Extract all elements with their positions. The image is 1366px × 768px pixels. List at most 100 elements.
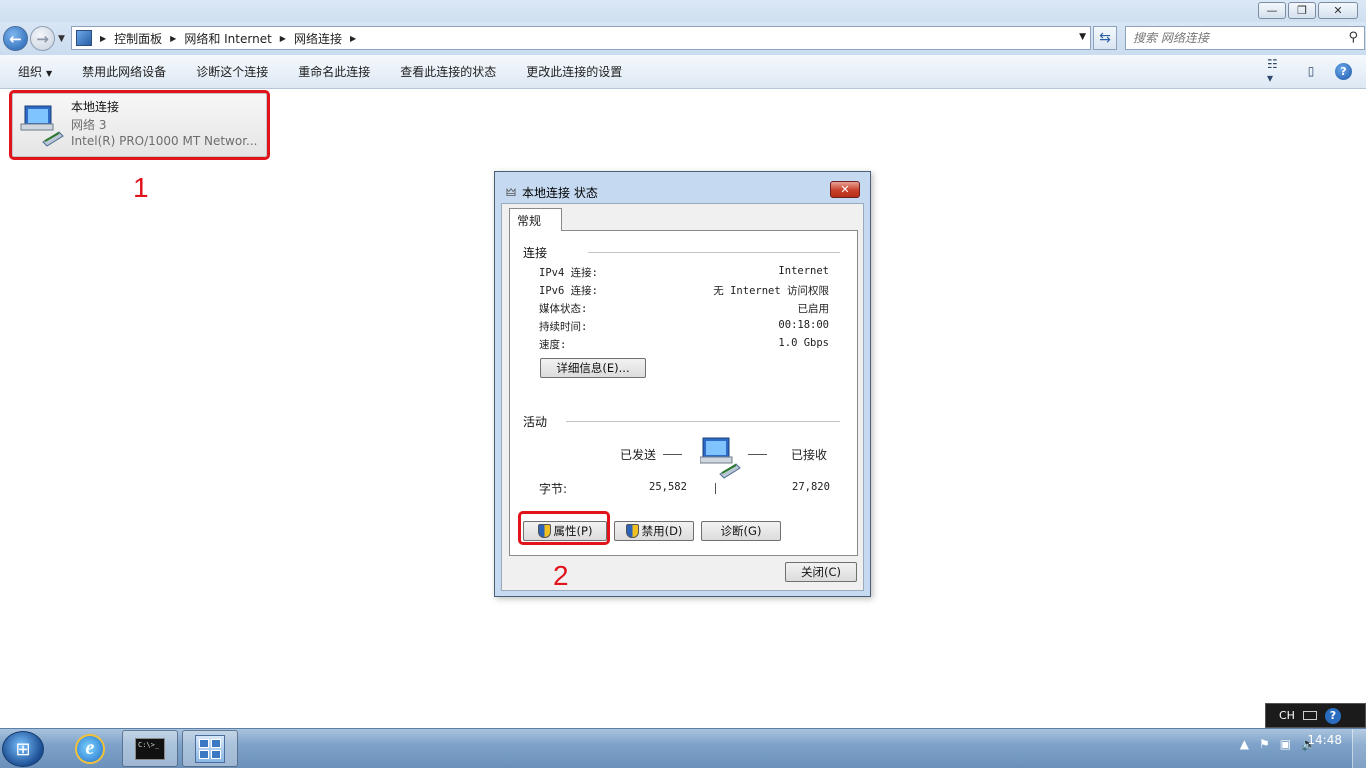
- taskbar: ⊞ e C:\>_ ▲ ⚑ ▣ 🔈 14:48: [0, 728, 1366, 768]
- help-icon[interactable]: ?: [1324, 707, 1341, 724]
- keyboard-icon[interactable]: [1302, 711, 1317, 720]
- annotation-number-1: 1: [133, 172, 149, 203]
- info-row: 速度: 1.0 Gbps: [539, 337, 829, 352]
- info-row: IPv4 连接: Internet: [539, 265, 829, 280]
- language-bar[interactable]: CH ?: [1265, 703, 1366, 728]
- address-bar[interactable]: ▶ 控制面板 ▶ 网络和 Internet ▶ 网络连接 ▶ ▼: [71, 26, 1091, 50]
- chevron-right-icon[interactable]: ▶: [170, 34, 176, 43]
- preview-pane-icon[interactable]: ▯: [1301, 61, 1321, 81]
- annotation-number-2: 2: [553, 560, 569, 591]
- disable-device-button[interactable]: 禁用此网络设备: [67, 63, 181, 80]
- info-value: 00:18:00: [778, 319, 829, 331]
- taskbar-ie[interactable]: e: [62, 730, 118, 767]
- search-input[interactable]: [1133, 31, 1333, 45]
- dialog-close-button[interactable]: ✕: [830, 181, 860, 198]
- close-button[interactable]: 关闭(C): [785, 562, 857, 582]
- taskbar-network-connections[interactable]: [182, 730, 238, 767]
- group-activity-label: 活动: [523, 415, 548, 429]
- show-hidden-icon[interactable]: ▲: [1240, 737, 1249, 751]
- diagnose-button[interactable]: 诊断(G): [701, 521, 781, 541]
- group-divider: [566, 421, 840, 422]
- taskbar-cmd[interactable]: C:\>_: [122, 730, 178, 767]
- address-dropdown-icon[interactable]: ▼: [1079, 32, 1086, 42]
- clock[interactable]: 14:48: [1307, 733, 1342, 748]
- crumb-network-internet[interactable]: 网络和 Internet: [184, 30, 271, 47]
- organize-label: 组织: [18, 65, 43, 79]
- change-settings-button[interactable]: 更改此连接的设置: [511, 63, 637, 80]
- general-panel: 连接 IPv4 连接: Internet IPv6 连接: 无 Internet…: [509, 230, 858, 556]
- disable-button[interactable]: 禁用(D): [614, 521, 694, 541]
- annotation-highlight-2: [518, 511, 610, 545]
- network-plug-icon: 🜲: [506, 186, 517, 199]
- info-value: Internet: [778, 265, 829, 277]
- breadcrumb: ▶ 控制面板 ▶ 网络和 Internet ▶ 网络连接 ▶: [92, 30, 364, 47]
- activity-divider: [715, 483, 716, 494]
- info-row: 持续时间: 00:18:00: [539, 319, 829, 334]
- internet-explorer-icon: e: [75, 733, 105, 764]
- command-prompt-icon: C:\>_: [135, 737, 165, 760]
- chevron-right-icon[interactable]: ▶: [100, 34, 106, 43]
- crumb-control-panel[interactable]: 控制面板: [114, 30, 162, 47]
- view-options-icon[interactable]: ☷ ▾: [1267, 57, 1287, 85]
- title-strip: — ❐ ✕: [0, 0, 1366, 22]
- received-label: 已接收: [791, 448, 828, 462]
- info-label: IPv6 连接:: [539, 285, 598, 297]
- details-button[interactable]: 详细信息(E)...: [540, 358, 646, 378]
- disable-label: 禁用(D): [641, 524, 683, 538]
- back-button[interactable]: ←: [3, 26, 28, 51]
- bytes-sent-value: 25,582: [649, 481, 687, 493]
- info-value: 已启用: [797, 303, 830, 315]
- search-icon[interactable]: ⚲: [1348, 30, 1358, 45]
- crumb-network-connections[interactable]: 网络连接: [294, 30, 342, 47]
- history-dropdown-icon[interactable]: ▼: [58, 34, 65, 44]
- shield-icon: [625, 524, 639, 538]
- organize-menu[interactable]: 组织 ▼: [0, 63, 67, 80]
- annotation-highlight-1: [9, 90, 270, 160]
- control-panel-icon: [76, 30, 92, 46]
- language-label[interactable]: CH: [1279, 709, 1295, 722]
- group-divider: [588, 252, 840, 253]
- minimize-button[interactable]: —: [1258, 2, 1286, 19]
- received-dash: [748, 454, 767, 455]
- info-label: 媒体状态:: [539, 303, 588, 315]
- tab-general[interactable]: 常规: [509, 208, 562, 231]
- start-button[interactable]: ⊞: [2, 731, 44, 767]
- info-value: 1.0 Gbps: [778, 337, 829, 349]
- info-value: 无 Internet 访问权限: [713, 285, 829, 297]
- search-box[interactable]: ⚲: [1125, 26, 1365, 50]
- close-window-button[interactable]: ✕: [1318, 2, 1358, 19]
- info-row: 媒体状态: 已启用: [539, 301, 829, 316]
- chevron-down-icon: ▼: [46, 69, 53, 78]
- info-label: 速度:: [539, 339, 567, 351]
- windows-logo-icon: ⊞: [15, 738, 31, 760]
- window-controls: — ❐ ✕: [1258, 2, 1358, 19]
- activity-computer-icon: [700, 437, 741, 479]
- view-controls: ☷ ▾ ▯ ?: [1267, 57, 1352, 85]
- sent-label: 已发送: [620, 448, 657, 462]
- sent-dash: [663, 454, 682, 455]
- restore-button[interactable]: ❐: [1288, 2, 1316, 19]
- chevron-right-icon[interactable]: ▶: [280, 34, 286, 43]
- dialog-title-text: 本地连接 状态: [522, 185, 598, 200]
- bytes-received-value: 27,820: [792, 481, 830, 493]
- command-bar: 组织 ▼ 禁用此网络设备 诊断这个连接 重命名此连接 查看此连接的状态 更改此连接…: [0, 55, 1366, 89]
- system-tray: ▲ ⚑ ▣ 🔈: [1240, 737, 1316, 751]
- dialog-title: 🜲 本地连接 状态: [506, 181, 598, 203]
- rename-connection-button[interactable]: 重命名此连接: [283, 63, 385, 80]
- bytes-label: 字节:: [539, 482, 568, 496]
- forward-button[interactable]: →: [30, 26, 55, 51]
- info-label: 持续时间:: [539, 321, 588, 333]
- control-panel-icon: [195, 734, 225, 763]
- show-desktop-button[interactable]: [1352, 729, 1366, 768]
- address-row: ← → ▼ ▶ 控制面板 ▶ 网络和 Internet ▶ 网络连接 ▶ ▼ ⇆…: [0, 22, 1366, 55]
- network-icon[interactable]: ▣: [1280, 737, 1291, 751]
- diagnose-connection-button[interactable]: 诊断这个连接: [181, 63, 283, 80]
- view-status-button[interactable]: 查看此连接的状态: [385, 63, 511, 80]
- action-center-flag-icon[interactable]: ⚑: [1259, 737, 1270, 751]
- group-connection-label: 连接: [523, 246, 548, 260]
- chevron-right-icon[interactable]: ▶: [350, 34, 356, 43]
- help-icon[interactable]: ?: [1335, 62, 1352, 80]
- info-row: IPv6 连接: 无 Internet 访问权限: [539, 283, 829, 298]
- refresh-button[interactable]: ⇆: [1093, 26, 1117, 50]
- info-label: IPv4 连接:: [539, 267, 598, 279]
